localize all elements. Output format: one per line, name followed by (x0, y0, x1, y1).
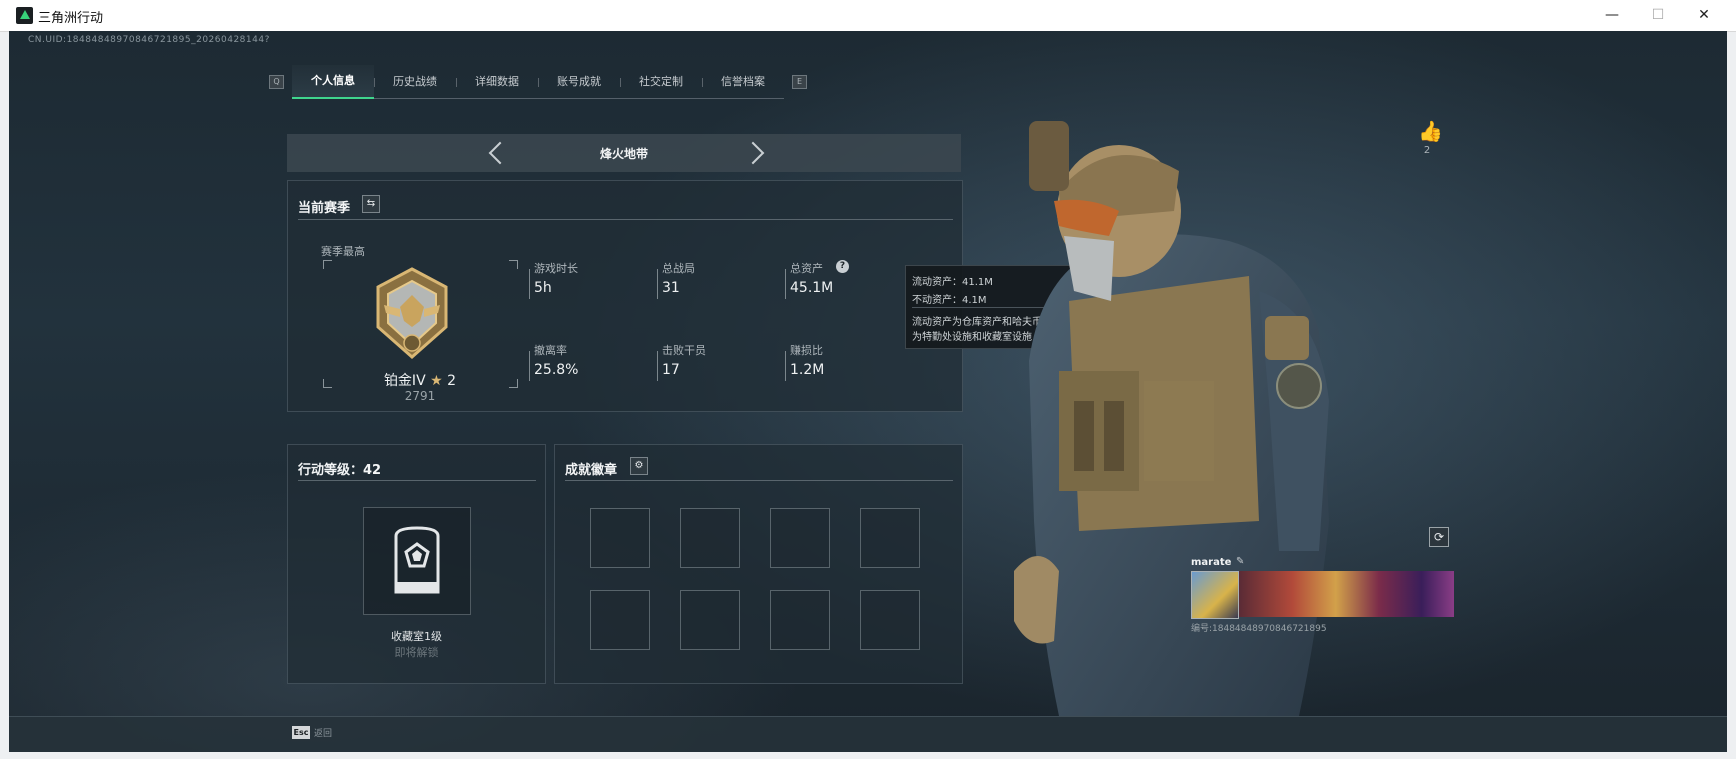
collection-room-icon (394, 526, 440, 594)
stat-total-assets-label: 总资产 (790, 262, 823, 275)
rank-name-row: 铂金IV ★ 2 (370, 370, 470, 390)
frame-corner (323, 260, 332, 269)
stat-profit-ratio-label: 赚损比 (790, 344, 823, 357)
rank-name: 铂金IV (383, 373, 426, 389)
stat-kills-value: 17 (662, 362, 680, 378)
minimize-button[interactable]: — (1589, 0, 1635, 31)
divider (565, 480, 953, 481)
stat-kills-label: 击败干员 (662, 344, 706, 357)
tooltip-liquid-assets: 流动资产：41.1M (912, 277, 993, 288)
badge-slot[interactable] (770, 590, 830, 650)
badge-slot[interactable] (770, 508, 830, 568)
tab-prev-key[interactable]: Q (269, 75, 284, 89)
stat-total-matches-label: 总战局 (662, 262, 695, 275)
badge-slot[interactable] (860, 590, 920, 650)
collection-room-frame[interactable] (363, 507, 471, 615)
tab-personal-info[interactable]: 个人信息 (292, 65, 374, 99)
stat-divider (657, 269, 658, 299)
refresh-icon[interactable]: ⟳ (1429, 527, 1449, 547)
tab-history[interactable]: 历史战绩 (374, 66, 456, 99)
rank-badge-icon (376, 267, 448, 360)
action-level-panel: 行动等级：42 收藏室1级 即将解锁 (287, 444, 546, 684)
stat-profit-ratio-value: 1.2M (790, 362, 825, 378)
action-level-title: 行动等级：42 (298, 463, 382, 478)
question-icon[interactable]: ? (836, 260, 849, 273)
bottom-bar (9, 716, 1727, 752)
window-titlebar: 三角洲行动 — ☐ ✕ (0, 0, 1736, 32)
uid-text: CN.UID:18484848970846721895_20260428144? (28, 35, 270, 45)
close-button[interactable]: ✕ (1681, 0, 1727, 31)
frame-corner (323, 379, 332, 388)
star-icon: ★ (430, 373, 443, 389)
player-id: 编号:18484848970846721895 (1191, 624, 1327, 634)
badge-slot[interactable] (680, 590, 740, 650)
game-screen: CN.UID:18484848970846721895_20260428144?… (9, 31, 1727, 752)
name-card-banner[interactable] (1239, 571, 1454, 617)
rank-points: 2791 (404, 389, 436, 403)
player-name: marate (1191, 557, 1232, 568)
window-title: 三角洲行动 (38, 11, 104, 26)
gear-icon[interactable]: ⚙ (630, 457, 648, 475)
badge-slot[interactable] (590, 590, 650, 650)
swap-icon[interactable]: ⇆ (362, 195, 380, 213)
stat-divider (785, 351, 786, 381)
esc-label[interactable]: 返回 (314, 726, 332, 739)
season-best-label: 赛季最高 (321, 245, 365, 258)
badge-slot[interactable] (590, 508, 650, 568)
stat-divider (657, 351, 658, 381)
season-title: 当前赛季 (298, 201, 351, 216)
stat-divider (785, 269, 786, 299)
esc-key[interactable]: Esc (292, 726, 310, 739)
tab-reputation[interactable]: 信誉档案 (702, 66, 784, 99)
stat-divider (529, 351, 530, 381)
season-panel: 当前赛季 ⇆ 赛季最高 铂金IV ★ 2 2791 游戏时长 5h 总战局 31… (287, 180, 963, 412)
tab-bar: Q 个人信息 历史战绩 详细数据 账号成就 社交定制 信誉档案 E (261, 65, 815, 99)
collection-room-sub: 即将解锁 (394, 646, 439, 659)
badges-title: 成就徽章 (565, 463, 618, 478)
stat-total-assets-value: 45.1M (790, 280, 834, 296)
player-card: marate ✎ 编号:18484848970846721895 (1181, 555, 1456, 637)
tab-next-key[interactable]: E (792, 75, 807, 89)
divider (298, 480, 536, 481)
badge-slot[interactable] (860, 508, 920, 568)
tab-detailed-data[interactable]: 详细数据 (456, 66, 538, 99)
stat-divider (529, 269, 530, 299)
mode-selector: 烽火地带 (287, 134, 961, 172)
frame-corner (509, 379, 518, 388)
like-count: 2 (1423, 145, 1431, 156)
tooltip-fixed-assets: 不动资产：4.1M (912, 295, 987, 306)
pencil-icon[interactable]: ✎ (1236, 556, 1244, 567)
avatar[interactable] (1191, 571, 1239, 619)
stat-total-matches-value: 31 (662, 280, 680, 296)
rank-stars: 2 (447, 373, 457, 389)
thumbs-up-icon[interactable]: 👍 (1418, 119, 1443, 143)
maximize-button[interactable]: ☐ (1635, 0, 1681, 31)
collection-room-label: 收藏室1级 (391, 630, 442, 643)
app-logo-icon (16, 7, 33, 24)
stat-play-time-label: 游戏时长 (534, 262, 578, 275)
badge-slot[interactable] (680, 508, 740, 568)
frame-corner (509, 260, 518, 269)
stat-play-time-value: 5h (534, 280, 552, 296)
achievement-badges-panel: 成就徽章 ⚙ (554, 444, 963, 684)
tab-social[interactable]: 社交定制 (620, 66, 702, 99)
stat-extract-rate-label: 撤离率 (534, 344, 567, 357)
mode-label: 烽火地带 (599, 147, 648, 161)
divider (298, 219, 953, 220)
stat-extract-rate-value: 25.8% (534, 362, 579, 378)
tab-achievements[interactable]: 账号成就 (538, 66, 620, 99)
